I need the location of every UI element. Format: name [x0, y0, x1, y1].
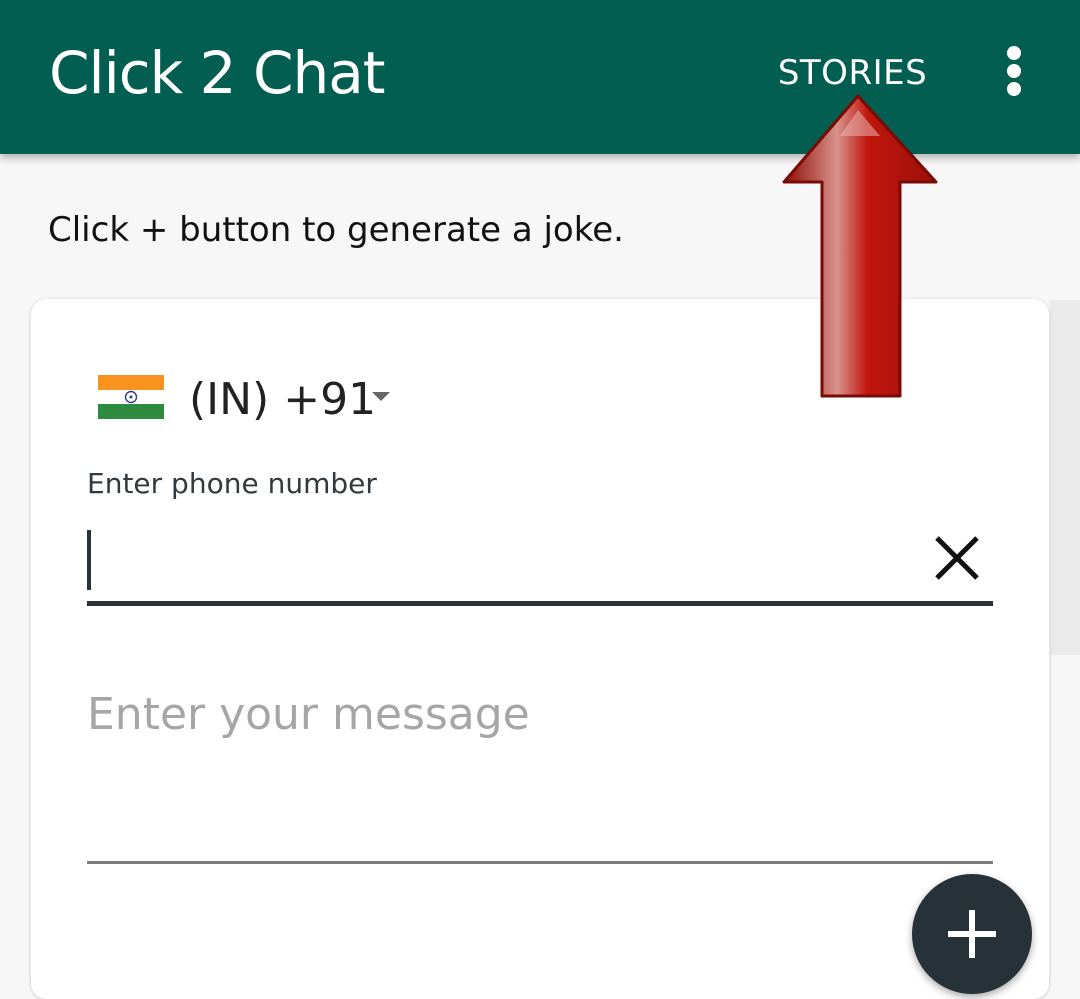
background-decoration	[1050, 300, 1080, 655]
india-flag-icon	[98, 375, 164, 419]
message-field-underline	[87, 861, 993, 864]
hint-text: Click + button to generate a joke.	[48, 210, 624, 250]
more-vert-icon-dot	[1007, 64, 1021, 78]
overflow-menu-button[interactable]	[986, 38, 1042, 104]
clear-phone-button[interactable]	[929, 530, 985, 586]
message-field[interactable]	[87, 679, 993, 869]
country-code-label: (IN) +91	[189, 374, 377, 425]
arrow-drop-down-icon	[372, 392, 390, 401]
red-up-arrow-icon	[782, 94, 938, 398]
country-code-picker[interactable]: (IN) +91	[98, 365, 398, 435]
message-input[interactable]	[87, 679, 993, 749]
app-title: Click 2 Chat	[49, 39, 386, 107]
more-vert-icon-dot	[1007, 82, 1021, 96]
phone-number-label: Enter phone number	[87, 467, 377, 500]
chat-form-card: (IN) +91 Enter phone number	[31, 299, 1049, 999]
phone-number-field[interactable]	[87, 524, 993, 608]
text-cursor	[87, 530, 91, 590]
phone-field-underline	[87, 601, 993, 606]
phone-number-input[interactable]	[97, 528, 917, 592]
generate-joke-fab[interactable]	[912, 874, 1032, 994]
more-vert-icon-dot	[1007, 46, 1021, 60]
close-icon	[935, 536, 979, 580]
